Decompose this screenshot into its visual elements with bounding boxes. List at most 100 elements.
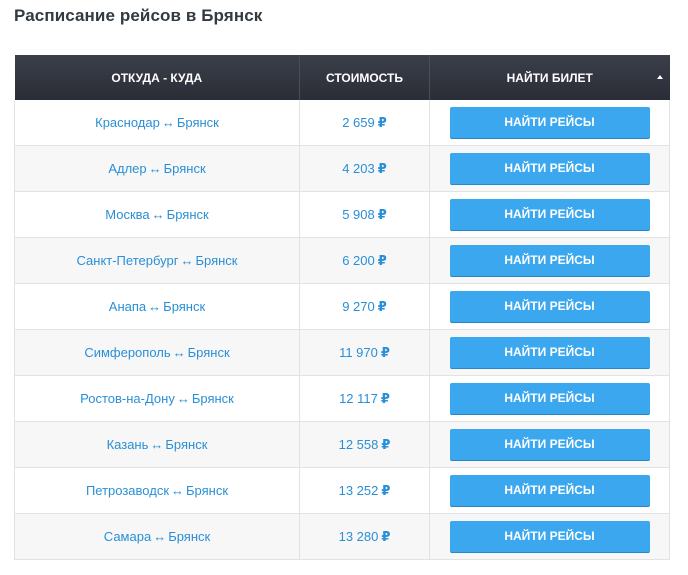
bidirectional-arrow-icon: ↔ — [148, 299, 162, 314]
route-to: Брянск — [165, 437, 208, 452]
bidirectional-arrow-icon: ↔ — [148, 161, 162, 176]
route-link[interactable]: Краснодар ↔ Брянск — [95, 115, 219, 130]
ruble-icon: ₽ — [377, 298, 387, 314]
price-value: 9 270 — [342, 298, 375, 314]
route-to: Брянск — [195, 253, 238, 268]
flights-table: ОТКУДА - КУДА СТОИМОСТЬ НАЙТИ БИЛЕТ Крас… — [14, 55, 670, 560]
find-flights-button[interactable]: НАЙТИ РЕЙСЫ — [449, 107, 650, 138]
route-to: Брянск — [191, 391, 234, 406]
route-cell: Казань ↔ Брянск — [14, 421, 300, 468]
table-header: ОТКУДА - КУДА СТОИМОСТЬ НАЙТИ БИЛЕТ — [14, 55, 670, 100]
price-value: 2 659 — [342, 114, 375, 130]
table-row: Казань ↔ Брянск 12 558 ₽ НАЙТИ РЕЙСЫ — [14, 421, 670, 468]
bidirectional-arrow-icon: ↔ — [176, 391, 190, 406]
route-cell: Симферополь ↔ Брянск — [14, 329, 300, 376]
price-value: 6 200 — [342, 252, 375, 268]
action-cell: НАЙТИ РЕЙСЫ — [429, 145, 670, 192]
price-value: 13 280 — [338, 528, 379, 544]
bidirectional-arrow-icon: ↔ — [180, 253, 194, 268]
price-value: 13 252 — [338, 482, 379, 498]
price-cell: 13 280 ₽ — [299, 513, 430, 560]
find-flights-button[interactable]: НАЙТИ РЕЙСЫ — [449, 429, 650, 460]
route-link[interactable]: Симферополь ↔ Брянск — [84, 345, 229, 360]
bidirectional-arrow-icon: ↔ — [153, 529, 167, 544]
route-cell: Ростов-на-Дону ↔ Брянск — [14, 375, 300, 422]
route-from: Краснодар — [95, 115, 160, 130]
route-link[interactable]: Санкт-Петербург ↔ Брянск — [77, 253, 238, 268]
route-link[interactable]: Самара ↔ Брянск — [104, 529, 210, 544]
route-from: Петрозаводск — [85, 483, 170, 498]
route-link[interactable]: Петрозаводск ↔ Брянск — [86, 483, 228, 498]
bidirectional-arrow-icon: ↔ — [161, 115, 175, 130]
price-cell: 9 270 ₽ — [299, 283, 430, 330]
table-row: Самара ↔ Брянск 13 280 ₽ НАЙТИ РЕЙСЫ — [14, 513, 670, 560]
route-cell: Москва ↔ Брянск — [14, 191, 300, 238]
price-cell: 13 252 ₽ — [299, 467, 430, 514]
route-to: Брянск — [163, 161, 206, 176]
find-flights-button[interactable]: НАЙТИ РЕЙСЫ — [449, 337, 650, 368]
route-to: Брянск — [166, 207, 209, 222]
ruble-icon: ₽ — [381, 528, 391, 544]
action-cell: НАЙТИ РЕЙСЫ — [429, 467, 670, 514]
price-value: 12 117 — [339, 390, 378, 406]
route-to: Брянск — [163, 299, 206, 314]
route-from: Москва — [105, 207, 150, 222]
table-row: Анапа ↔ Брянск 9 270 ₽ НАЙТИ РЕЙСЫ — [14, 283, 670, 330]
route-from: Ростов-на-Дону — [80, 391, 175, 406]
route-to: Брянск — [176, 115, 219, 130]
ruble-icon: ₽ — [377, 252, 387, 268]
find-flights-button[interactable]: НАЙТИ РЕЙСЫ — [449, 383, 650, 414]
ruble-icon: ₽ — [380, 344, 390, 360]
price-value: 12 558 — [338, 436, 379, 452]
header-action[interactable]: НАЙТИ БИЛЕТ — [429, 55, 670, 100]
header-action-label: НАЙТИ БИЛЕТ — [506, 70, 593, 85]
ruble-icon: ₽ — [377, 206, 387, 222]
route-to: Брянск — [186, 483, 229, 498]
route-from: Казань — [106, 437, 149, 452]
header-price[interactable]: СТОИМОСТЬ — [299, 55, 430, 100]
find-flights-button[interactable]: НАЙТИ РЕЙСЫ — [449, 199, 650, 230]
route-link[interactable]: Казань ↔ Брянск — [107, 437, 208, 452]
find-flights-button[interactable]: НАЙТИ РЕЙСЫ — [449, 245, 650, 276]
route-from: Симферополь — [84, 345, 171, 360]
route-from: Самара — [103, 529, 152, 544]
route-link[interactable]: Ростов-на-Дону ↔ Брянск — [80, 391, 234, 406]
bidirectional-arrow-icon: ↔ — [171, 483, 185, 498]
sort-up-icon[interactable] — [656, 74, 663, 79]
route-from: Санкт-Петербург — [76, 253, 179, 268]
table-row: Симферополь ↔ Брянск 11 970 ₽ НАЙТИ РЕЙСЫ — [14, 329, 670, 376]
bidirectional-arrow-icon: ↔ — [150, 437, 164, 452]
route-link[interactable]: Адлер ↔ Брянск — [108, 161, 205, 176]
action-cell: НАЙТИ РЕЙСЫ — [429, 329, 670, 376]
price-cell: 12 117 ₽ — [299, 375, 430, 422]
table-row: Москва ↔ Брянск 5 908 ₽ НАЙТИ РЕЙСЫ — [14, 191, 670, 238]
table-body: Краснодар ↔ Брянск 2 659 ₽ НАЙТИ РЕЙСЫ Адле… — [14, 100, 670, 560]
route-from: Анапа — [108, 299, 147, 314]
bidirectional-arrow-icon: ↔ — [172, 345, 186, 360]
route-to: Брянск — [168, 529, 211, 544]
price-cell: 4 203 ₽ — [299, 145, 430, 192]
action-cell: НАЙТИ РЕЙСЫ — [429, 191, 670, 238]
find-flights-button[interactable]: НАЙТИ РЕЙСЫ — [449, 153, 650, 184]
action-cell: НАЙТИ РЕЙСЫ — [429, 237, 670, 284]
page-title: Расписание рейсов в Брянск — [14, 6, 263, 25]
table-row: Санкт-Петербург ↔ Брянск 6 200 ₽ НАЙТИ РЕЙС… — [14, 237, 670, 284]
ruble-icon: ₽ — [381, 482, 391, 498]
route-link[interactable]: Москва ↔ Брянск — [105, 207, 208, 222]
ruble-icon: ₽ — [380, 390, 390, 406]
price-cell: 6 200 ₽ — [299, 237, 430, 284]
price-cell: 12 558 ₽ — [299, 421, 430, 468]
find-flights-button[interactable]: НАЙТИ РЕЙСЫ — [449, 291, 650, 322]
find-flights-button[interactable]: НАЙТИ РЕЙСЫ — [449, 521, 650, 552]
route-cell: Адлер ↔ Брянск — [14, 145, 300, 192]
price-cell: 2 659 ₽ — [299, 100, 430, 146]
action-cell: НАЙТИ РЕЙСЫ — [429, 283, 670, 330]
route-link[interactable]: Анапа ↔ Брянск — [109, 299, 205, 314]
price-cell: 5 908 ₽ — [299, 191, 430, 238]
header-route[interactable]: ОТКУДА - КУДА — [14, 55, 300, 100]
table-row: Ростов-на-Дону ↔ Брянск 12 117 ₽ НАЙТИ РЕЙС… — [14, 375, 670, 422]
find-flights-button[interactable]: НАЙТИ РЕЙСЫ — [449, 475, 650, 506]
table-row: Адлер ↔ Брянск 4 203 ₽ НАЙТИ РЕЙСЫ — [14, 145, 670, 192]
action-cell: НАЙТИ РЕЙСЫ — [429, 100, 670, 146]
table-row: Петрозаводск ↔ Брянск 13 252 ₽ НАЙТИ РЕЙСЫ — [14, 467, 670, 514]
